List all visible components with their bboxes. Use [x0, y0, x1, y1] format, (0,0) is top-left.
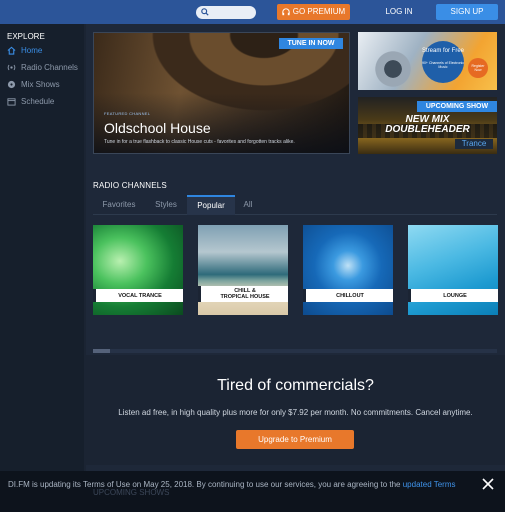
tile-accent [303, 289, 306, 302]
channel-tile[interactable]: CHILLOUT [303, 225, 393, 315]
vinyl-icon [7, 80, 16, 89]
sidebar-item-label: Mix Shows [21, 80, 60, 89]
carousel-scrollbar[interactable] [93, 349, 497, 353]
radio-channels-heading: RADIO CHANNELS [93, 181, 167, 190]
sidebar-item-label: Radio Channels [21, 63, 78, 72]
headphones-icon [282, 8, 290, 16]
register-now-badge[interactable]: Register Now [468, 58, 488, 78]
tab-styles[interactable]: Styles [145, 195, 187, 215]
promo-headline: Stream for Free [422, 48, 465, 54]
tile-accent [93, 289, 96, 302]
channel-tile[interactable]: LOUNGE [408, 225, 498, 315]
terms-notice-message: DI.FM is updating its Terms of Use on Ma… [8, 480, 403, 489]
login-button[interactable]: LOG IN [370, 4, 428, 20]
featured-title: Oldschool House [104, 120, 211, 136]
sidebar-item-home[interactable]: Home [7, 46, 42, 55]
sidebar: EXPLORE Home Radio Channels Mix Shows Sc… [0, 24, 84, 512]
promo-subline: 90+ Channels of Electronic Music [422, 61, 464, 69]
sidebar-item-label: Schedule [21, 97, 55, 106]
channel-name: CHILLOUT [336, 292, 364, 299]
sidebar-item-schedule[interactable]: Schedule [7, 97, 54, 106]
close-icon[interactable] [481, 477, 495, 491]
search-input[interactable] [196, 6, 256, 19]
upsell-text: Listen ad free, in high quality plus mor… [118, 408, 473, 417]
terms-notice-text: DI.FM is updating its Terms of Use on Ma… [8, 479, 468, 491]
tile-label-band: CHILLOUT [303, 289, 393, 302]
channel-tile[interactable]: VOCAL TRANCE [93, 225, 183, 315]
radio-icon [7, 64, 16, 71]
upcoming-show-promo[interactable]: UPCOMING SHOW NEW MIX DOUBLEHEADER Tranc… [358, 97, 497, 154]
tile-label-band: LOUNGE [408, 289, 498, 302]
updated-terms-link[interactable]: updated Terms [403, 480, 456, 489]
tab-favorites[interactable]: Favorites [93, 195, 145, 215]
dj-deck-image [364, 50, 422, 88]
go-premium-button[interactable]: GO PREMIUM [277, 4, 350, 20]
featured-kicker: FEATURED CHANNEL [104, 111, 151, 116]
tune-in-now-tag[interactable]: TUNE IN NOW [279, 38, 343, 49]
tile-label-band: CHILL & TROPICAL HOUSE [198, 286, 288, 302]
terms-notice-bar: UPCOMING SHOWS DI.FM is updating its Ter… [0, 471, 505, 512]
tab-popular[interactable]: Popular [187, 195, 235, 215]
channel-name-block: CHILL & TROPICAL HOUSE [204, 286, 286, 302]
sidebar-item-radio-channels[interactable]: Radio Channels [7, 63, 78, 72]
upgrade-to-premium-button[interactable]: Upgrade to Premium [236, 430, 354, 449]
sidebar-heading: EXPLORE [7, 32, 45, 41]
featured-channel-card[interactable]: TUNE IN NOW FEATURED CHANNEL Oldschool H… [93, 32, 350, 154]
channel-tabs: Favorites Styles Popular All [93, 195, 497, 215]
search-icon [201, 8, 209, 16]
channel-name: LOUNGE [443, 292, 467, 299]
sidebar-item-label: Home [21, 46, 43, 55]
stream-for-free-promo[interactable]: Stream for Free 90+ Channels of Electron… [358, 32, 497, 90]
upcoming-show-tag: UPCOMING SHOW [417, 101, 497, 112]
trance-channel-label: Trance [455, 139, 493, 149]
featured-description: Tune in for a true flashback to classic … [104, 139, 295, 145]
tile-accent [408, 289, 411, 302]
go-premium-label: GO PREMIUM [292, 7, 346, 16]
signup-button[interactable]: SIGN UP [436, 4, 498, 20]
sidebar-item-mix-shows[interactable]: Mix Shows [7, 80, 60, 89]
upsell-title: Tired of commercials? [217, 377, 374, 394]
tab-all[interactable]: All [235, 195, 261, 215]
home-icon [7, 46, 16, 55]
channel-name: VOCAL TRANCE [118, 292, 162, 299]
channel-tile[interactable]: CHILL & TROPICAL HOUSE [198, 225, 288, 315]
tile-accent [198, 286, 201, 302]
calendar-icon [7, 98, 16, 106]
tile-label-band: VOCAL TRANCE [93, 289, 183, 302]
upcoming-headline-2: DOUBLEHEADER [385, 124, 470, 135]
carousel-scroll-thumb[interactable] [93, 349, 110, 353]
channel-name-line2: TROPICAL HOUSE [220, 294, 270, 300]
